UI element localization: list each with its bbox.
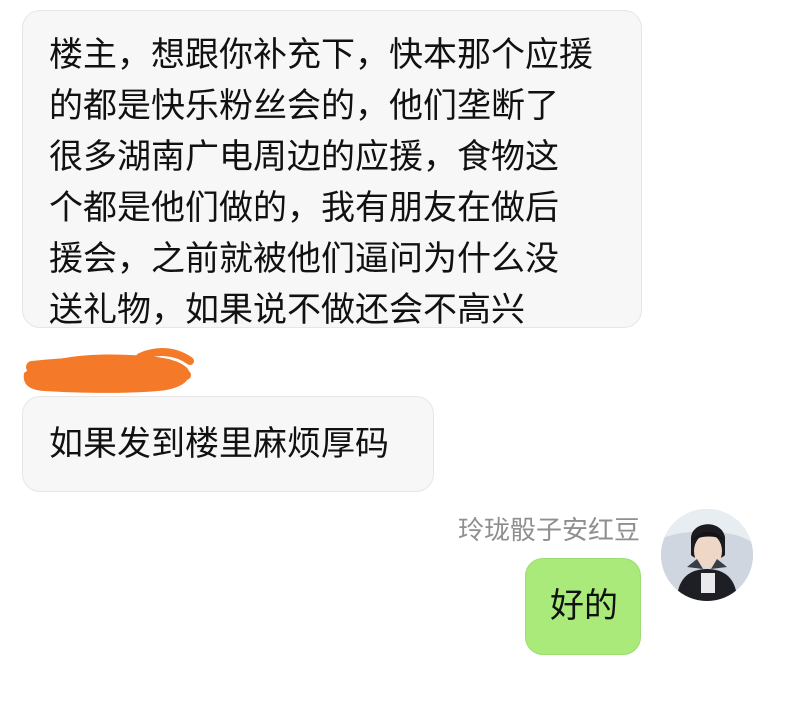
message-line: 很多湖南广电周边的应援，食物这 xyxy=(49,137,559,177)
message-line: 送礼物，如果说不做还会不高兴 xyxy=(49,290,525,330)
sender-name: 玲珑骰子安红豆 xyxy=(457,516,640,546)
incoming-message-bubble[interactable]: 楼主，想跟你补充下，快本那个应援 的都是快乐粉丝会的，他们垄断了 很多湖南广电周… xyxy=(22,10,642,330)
message-line: 楼主，想跟你补充下，快本那个应援 xyxy=(49,35,593,75)
message-line: 援会，之前就被他们逼问为什么没 xyxy=(49,239,559,279)
incoming-message-bubble[interactable]: 如果发到楼里麻烦厚码 xyxy=(22,396,434,492)
redaction-scribble-icon xyxy=(23,348,194,393)
message-line: 个都是他们做的，我有朋友在做后 xyxy=(49,188,559,228)
message-text: 好的 xyxy=(550,586,618,626)
message-line: 的都是快乐粉丝会的，他们垄断了 xyxy=(49,86,559,126)
chat-conversation: 楼主，想跟你补充下，快本那个应援 的都是快乐粉丝会的，他们垄断了 很多湖南广电周… xyxy=(0,0,794,708)
avatar[interactable] xyxy=(661,509,753,601)
outgoing-message-bubble[interactable]: 好的 xyxy=(525,558,641,655)
avatar-portrait-icon xyxy=(661,509,753,601)
message-text: 如果发到楼里麻烦厚码 xyxy=(49,424,389,464)
